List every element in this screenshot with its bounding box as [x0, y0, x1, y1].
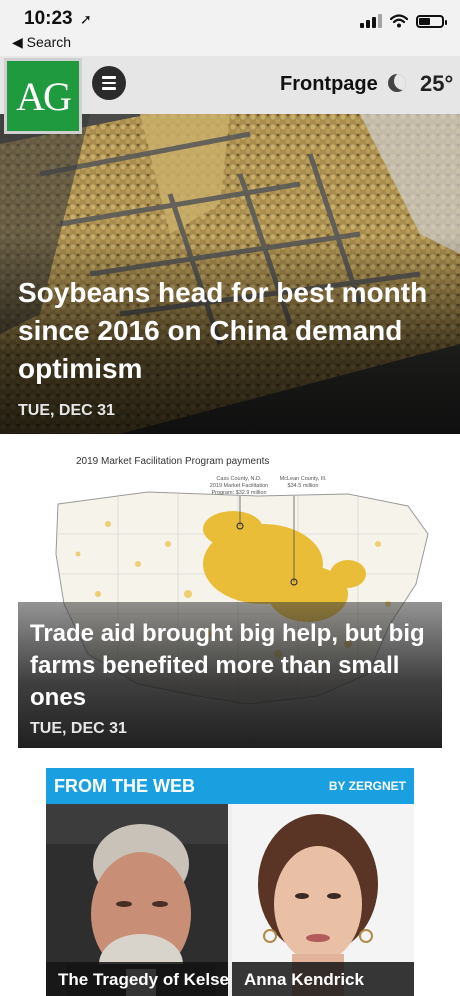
logo-text: AG	[16, 73, 72, 119]
map-title: 2019 Market Facilitation Program payment…	[76, 456, 270, 467]
story-card-trade-aid[interactable]: 2019 Market Facilitation Program payment…	[18, 434, 442, 748]
menu-button[interactable]	[92, 66, 126, 100]
hero-date: TUE, DEC 31	[18, 402, 115, 419]
anna-caption[interactable]: Anna Kendrick	[244, 970, 364, 990]
hero-headline[interactable]: Soybeans head for best month since 2016 …	[18, 274, 438, 388]
cellular-signal-icon	[360, 14, 382, 28]
back-to-search-link[interactable]: ◀ Search	[12, 34, 71, 51]
kelsey-caption[interactable]: The Tragedy of Kelsey	[58, 970, 228, 990]
location-arrow-icon: ➚	[80, 11, 92, 27]
temperature: 25°	[420, 71, 454, 96]
from-the-web-label: FROM THE WEB	[54, 776, 195, 796]
status-indicators	[360, 14, 447, 28]
anna-caption-bar: Anna Kendrick	[232, 962, 414, 996]
zergnet-label[interactable]: BY ZERGNET	[329, 779, 406, 793]
story2-date: TUE, DEC 31	[30, 720, 127, 737]
app-header: AG Frontpage 25°	[0, 56, 460, 134]
moon-icon	[388, 74, 406, 92]
web-item-anna[interactable]: Anna Kendrick	[232, 804, 414, 996]
hamburger-icon	[102, 76, 116, 79]
status-time: 10:23	[24, 8, 73, 29]
section-title: Frontpage	[280, 73, 378, 95]
ag-logo[interactable]: AG	[4, 58, 82, 134]
wifi-icon	[390, 14, 408, 28]
battery-icon	[416, 14, 447, 28]
map-note-mclean: McLean County, Ill. $34.5 million	[279, 476, 327, 489]
status-bar: 10:23 ➚ ◀ Search	[0, 0, 460, 56]
kelsey-caption-bar: The Tragedy of Kelsey	[46, 962, 228, 996]
story2-headline[interactable]: Trade aid brought big help, but big farm…	[30, 618, 430, 714]
from-the-web-widget: FROM THE WEB BY ZERGNET The Tragedy of K…	[46, 768, 414, 996]
hero-story-card[interactable]: Soybeans head for best month since 2016 …	[0, 114, 460, 434]
web-item-kelsey[interactable]: The Tragedy of Kelsey	[46, 804, 228, 996]
from-the-web-header: FROM THE WEB BY ZERGNET	[46, 768, 414, 804]
